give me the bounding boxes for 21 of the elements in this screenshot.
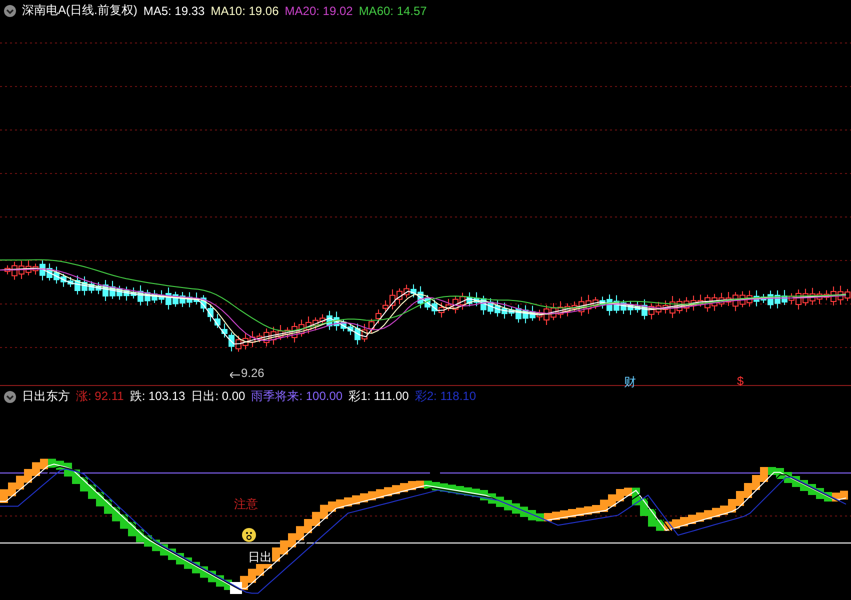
legend-value: MA5: 19.33 bbox=[143, 4, 205, 18]
chart-label: 注意 bbox=[234, 496, 258, 513]
dropdown-icon[interactable] bbox=[4, 4, 16, 16]
event-marker: $ bbox=[737, 374, 744, 388]
legend-value: 日出: 0.00 bbox=[191, 388, 246, 405]
legend-value: 彩2: 118.10 bbox=[414, 388, 476, 405]
legend-value: 彩1: 111.00 bbox=[348, 388, 409, 405]
smiley-icon bbox=[242, 528, 256, 542]
legend-value: MA10: 19.06 bbox=[210, 4, 279, 18]
low-price-label: 9.26 bbox=[241, 366, 264, 380]
legend-value: MA20: 19.02 bbox=[284, 4, 353, 18]
dropdown-icon[interactable] bbox=[4, 390, 16, 402]
panel-title: 日出东方 bbox=[22, 388, 70, 405]
chart-label: 日出 bbox=[248, 551, 272, 564]
legend-value: 跌: 103.13 bbox=[130, 388, 186, 405]
arrow-icon bbox=[230, 372, 240, 378]
panel-title: 深南电A(日线.前复权) bbox=[22, 2, 138, 19]
event-marker: 财 bbox=[624, 374, 636, 391]
legend-value: MA60: 14.57 bbox=[358, 4, 427, 18]
legend-value: 雨季将来: 100.00 bbox=[251, 388, 343, 405]
legend-value: 涨: 92.11 bbox=[76, 388, 124, 405]
